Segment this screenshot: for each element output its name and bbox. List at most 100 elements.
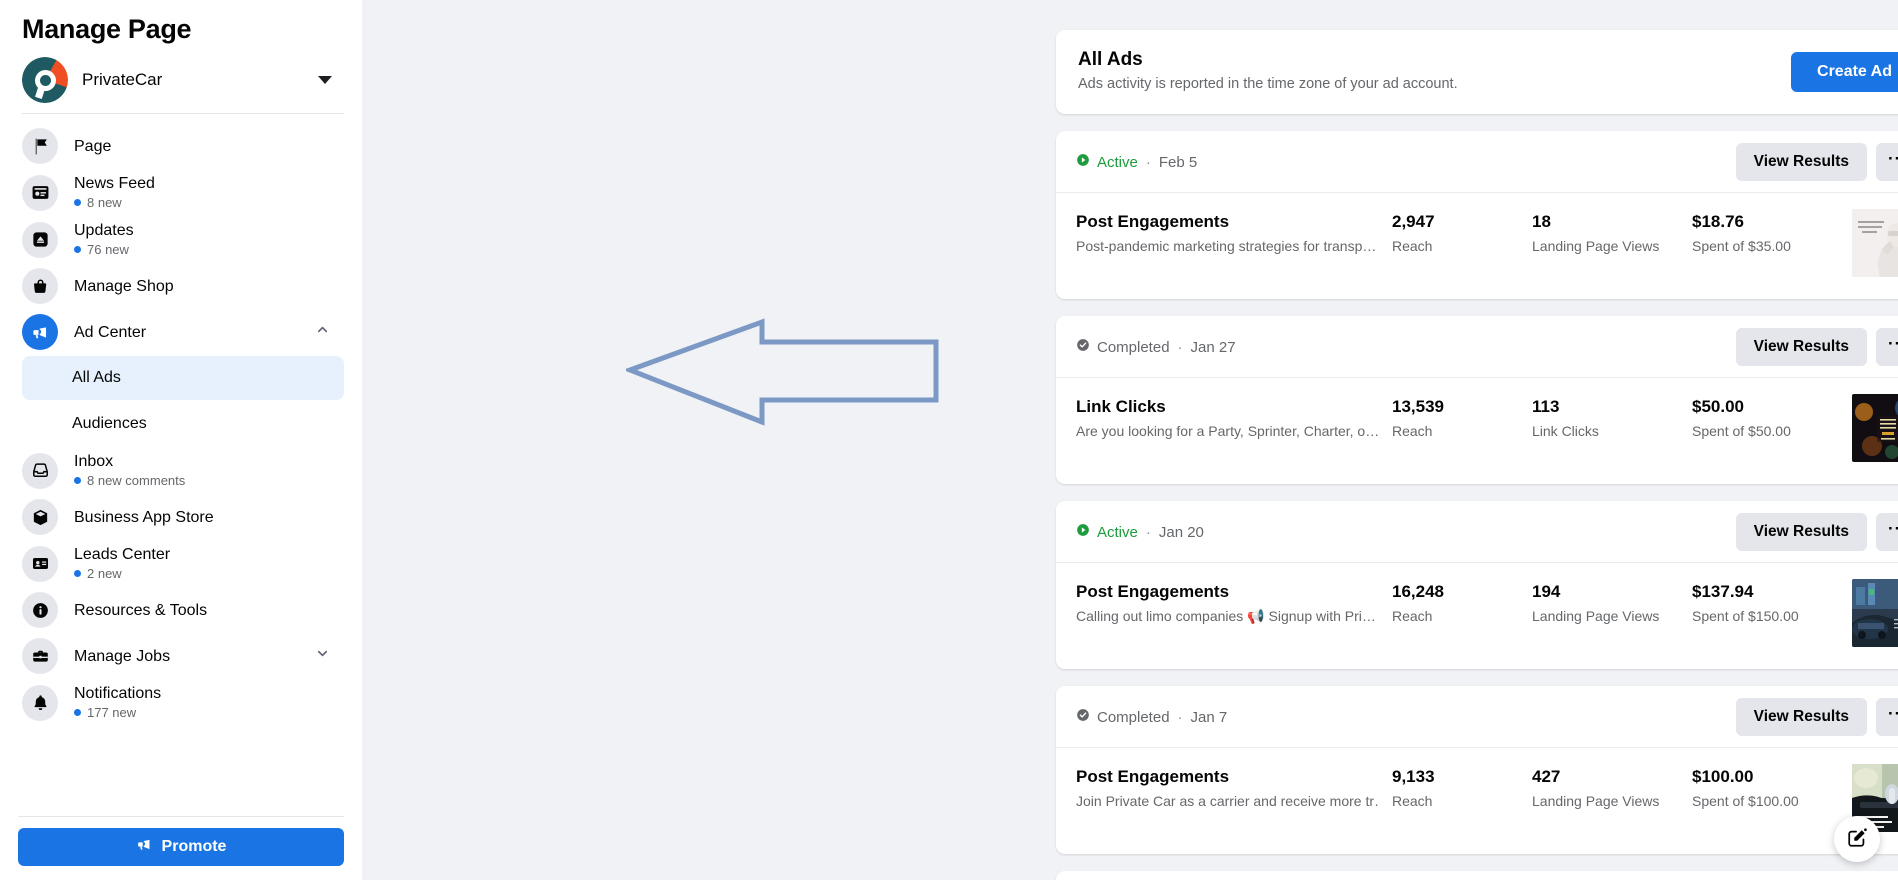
- badge-text: 8 new comments: [87, 473, 186, 488]
- bell-icon: [22, 684, 58, 721]
- inbox-icon: [22, 452, 58, 489]
- spent-label: Spent of $100.00: [1692, 793, 1799, 809]
- badge-text: 2 new: [87, 566, 122, 581]
- page-selector[interactable]: PrivateCar: [18, 51, 344, 109]
- metric-value: 9,133: [1392, 767, 1435, 786]
- sidebar-item-label: Updates: [74, 222, 134, 239]
- sidebar-item-manage-shop[interactable]: Manage Shop: [22, 264, 344, 308]
- status-badge: Active · Jan 20: [1076, 523, 1736, 541]
- more-options-button[interactable]: ···: [1876, 513, 1898, 551]
- metric-label: Reach: [1392, 793, 1433, 809]
- updates-icon: [22, 221, 58, 258]
- metric-label: Link Clicks: [1532, 423, 1599, 439]
- ad-card-body: Post Engagements Post-pandemic marketing…: [1056, 193, 1898, 299]
- sidebar-item-notifications[interactable]: Notifications 177 new: [22, 680, 344, 725]
- chevron-up-icon[interactable]: [315, 322, 330, 342]
- view-results-button[interactable]: View Results: [1735, 698, 1867, 736]
- sidebar-item-label: Notifications: [74, 685, 162, 702]
- sidebar-item-resources-tools[interactable]: Resources & Tools: [22, 588, 344, 632]
- ad-card-header: Completed · Jan 27 View Results ···: [1056, 316, 1898, 378]
- ad-date: Jan 7: [1190, 708, 1228, 726]
- sidebar-item-updates[interactable]: Updates 76 new: [22, 217, 344, 262]
- sidebar-item-all-ads[interactable]: All Ads: [22, 356, 344, 400]
- sidebar-item-audiences[interactable]: Audiences: [22, 402, 344, 446]
- ad-date: Jan 20: [1158, 523, 1204, 541]
- ad-objective: Post Engagements: [1076, 212, 1230, 231]
- ad-card-header: Completed · Jan 7 View Results ···: [1056, 686, 1898, 748]
- sidebar-item-badge: 76 new: [74, 241, 336, 258]
- ad-card: Completed · Jan 7 View Results ··· Post …: [1056, 686, 1898, 854]
- sidebar-item-ad-center[interactable]: Ad Center: [22, 310, 344, 354]
- sidebar-item-page[interactable]: Page: [22, 124, 344, 168]
- sidebar-item-leads-center[interactable]: Leads Center 2 new: [22, 541, 344, 586]
- ad-thumbnail[interactable]: [1852, 579, 1898, 647]
- more-options-button[interactable]: ···: [1876, 698, 1898, 736]
- sidebar-item-badge: 177 new: [74, 704, 336, 721]
- metric-label: Landing Page Views: [1532, 238, 1660, 254]
- ad-card: Completed · Jan 27 View Results ··· Link…: [1056, 316, 1898, 484]
- metric-label: Reach: [1392, 238, 1433, 254]
- ads-column: All Ads Ads activity is reported in the …: [1056, 30, 1898, 880]
- ad-card-header: Active · Jan 20 View Results ···: [1056, 501, 1898, 563]
- play-circle-icon: [1076, 153, 1090, 171]
- sidebar-item-label: Business App Store: [74, 508, 214, 526]
- sidebar-item-manage-jobs[interactable]: Manage Jobs: [22, 634, 344, 678]
- sidebar-divider: [22, 113, 344, 114]
- sidebar-item-label: Ad Center: [74, 323, 147, 341]
- status-badge: Completed · Jan 27: [1076, 338, 1736, 356]
- ad-card-body: Post Engagements Join Private Car as a c…: [1056, 748, 1898, 854]
- view-results-button[interactable]: View Results: [1735, 328, 1867, 366]
- main-content: All Ads Ads activity is reported in the …: [362, 0, 1898, 880]
- spent-value: $137.94: [1692, 582, 1754, 601]
- compose-fab-button[interactable]: [1834, 816, 1880, 862]
- ad-card: Active · Jan 20 View Results ··· Post En…: [1056, 501, 1898, 669]
- annotation-arrow-ad-center: [626, 318, 939, 426]
- chevron-down-icon[interactable]: [315, 646, 330, 666]
- sidebar-item-badge: 8 new: [74, 194, 336, 211]
- ad-thumbnail[interactable]: [1852, 209, 1898, 277]
- ad-card-header: Completed · Jan 6 View Results ···: [1056, 871, 1898, 880]
- more-options-button[interactable]: ···: [1876, 328, 1898, 366]
- metric-value: 113: [1532, 397, 1560, 416]
- sidebar-item-badge: 2 new: [74, 565, 336, 582]
- ad-card-body: Link Clicks Are you looking for a Party,…: [1056, 378, 1898, 484]
- flag-icon: [22, 128, 58, 164]
- view-results-button[interactable]: View Results: [1735, 143, 1867, 181]
- spent-label: Spent of $150.00: [1692, 608, 1799, 624]
- spent-label: Spent of $50.00: [1692, 423, 1791, 439]
- check-circle-icon: [1076, 338, 1090, 356]
- ad-thumbnail[interactable]: [1852, 394, 1898, 462]
- sidebar-item-label: Page: [74, 137, 112, 155]
- promote-button-label: Promote: [161, 838, 227, 855]
- view-results-button[interactable]: View Results: [1735, 513, 1867, 551]
- badge-text: 8 new: [87, 195, 122, 210]
- more-options-button[interactable]: ···: [1876, 143, 1898, 181]
- ad-objective: Post Engagements: [1076, 582, 1230, 601]
- megaphone-icon: [22, 314, 58, 350]
- sidebar-item-inbox[interactable]: Inbox 8 new comments: [22, 448, 344, 493]
- ad-description: Are you looking for a Party, Sprinter, C…: [1076, 423, 1378, 439]
- metric-value: 18: [1532, 212, 1551, 231]
- spent-value: $18.76: [1692, 212, 1744, 231]
- shop-bag-icon: [22, 268, 58, 304]
- promote-button[interactable]: Promote: [18, 828, 344, 866]
- status-text: Completed: [1097, 338, 1170, 356]
- sidebar-item-badge: 8 new comments: [74, 472, 336, 489]
- ad-card-header: Active · Feb 5 View Results ···: [1056, 131, 1898, 193]
- ad-date: Feb 5: [1158, 153, 1198, 171]
- spent-value: $50.00: [1692, 397, 1744, 416]
- metric-value: 194: [1532, 582, 1561, 601]
- status-badge: Active · Feb 5: [1076, 153, 1736, 171]
- page-name: PrivateCar: [82, 70, 163, 89]
- ad-description: Join Private Car as a carrier and receiv…: [1076, 793, 1378, 809]
- sidebar-item-label: News Feed: [74, 175, 155, 192]
- sidebar-item-news-feed[interactable]: News Feed 8 new: [22, 170, 344, 215]
- status-badge: Completed · Jan 7: [1076, 708, 1736, 726]
- all-ads-title: All Ads: [1078, 49, 1143, 70]
- badge-text: 177 new: [87, 705, 137, 720]
- sidebar-item-business-app-store[interactable]: Business App Store: [22, 495, 344, 539]
- dropdown-caret-icon[interactable]: [318, 76, 332, 84]
- create-ad-button[interactable]: Create Ad: [1791, 52, 1898, 92]
- cube-icon: [22, 499, 58, 535]
- status-text: Active: [1097, 153, 1138, 171]
